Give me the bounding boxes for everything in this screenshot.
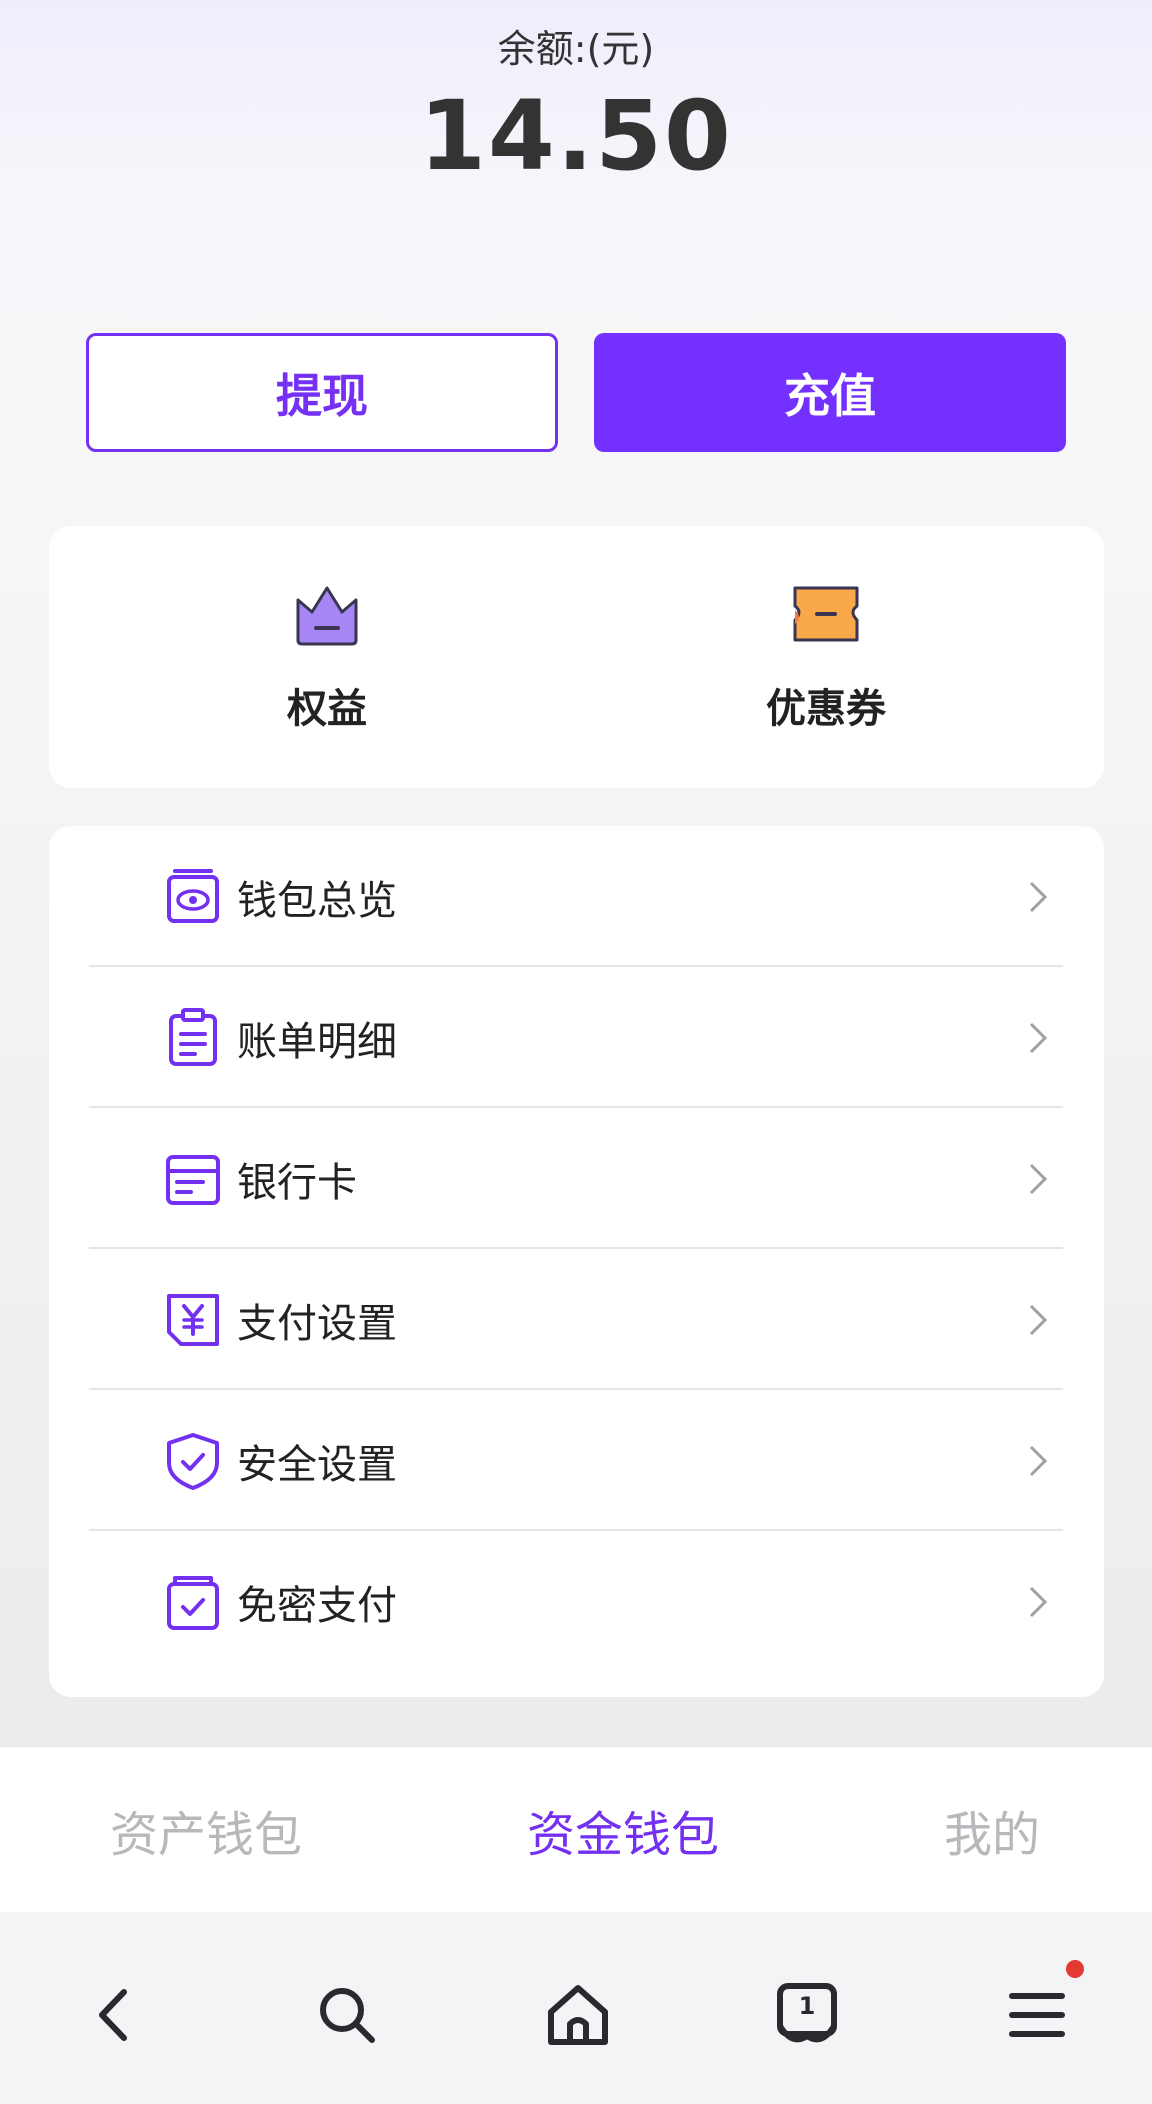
benefits-label: 权益: [287, 686, 367, 732]
chevron-right-icon: [1029, 1586, 1048, 1617]
chevron-right-icon: [1029, 1445, 1048, 1476]
withdraw-button[interactable]: 提现: [86, 333, 558, 452]
chevron-right-icon: [1029, 1304, 1048, 1335]
notification-dot: [1066, 1960, 1084, 1978]
tab-count: 1: [799, 1992, 816, 2020]
menu-item-wallet-overview[interactable]: 钱包总览: [89, 826, 1063, 967]
wallet-eye-icon: [167, 868, 219, 923]
menu-item-label: 钱包总览: [237, 877, 397, 924]
tab-mine[interactable]: 我的: [944, 1747, 1040, 1913]
quick-links-card: 权益 优惠券: [49, 526, 1104, 788]
coupons-link[interactable]: 优惠券: [726, 582, 926, 734]
menu-item-label: 支付设置: [237, 1300, 397, 1347]
crown-icon: [296, 586, 358, 646]
coupon-icon: [793, 586, 859, 642]
menu-item-payment-settings[interactable]: 支付设置: [89, 1249, 1063, 1390]
wallet-page: 余额:(元) 14.50 提现 充值 权益 优惠券 钱包总览 账单明细 银行卡 …: [0, 0, 1152, 2104]
tab-fund-wallet[interactable]: 资金钱包: [527, 1747, 719, 1913]
balance-label: 余额:(元): [497, 27, 655, 71]
wallet-check-icon: [167, 1575, 219, 1630]
balance-amount: 14.50: [419, 80, 733, 192]
chevron-right-icon: [1029, 881, 1048, 912]
menu-item-label: 账单明细: [237, 1018, 397, 1065]
menu-item-security-settings[interactable]: 安全设置: [89, 1390, 1063, 1531]
chevron-right-icon: [1029, 1163, 1048, 1194]
chevron-right-icon: [1029, 1022, 1048, 1053]
wallet-menu-card: 钱包总览 账单明细 银行卡 支付设置 安全设置 免密支付: [49, 826, 1104, 1697]
menu-item-label: 安全设置: [237, 1441, 397, 1488]
coupons-label: 优惠券: [766, 686, 886, 732]
menu-icon[interactable]: [1002, 1980, 1072, 2050]
back-icon[interactable]: [80, 1980, 150, 2050]
menu-item-password-free-payment[interactable]: 免密支付: [89, 1531, 1063, 1672]
bill-clipboard-icon: [169, 1007, 217, 1066]
browser-nav-bar: 1: [0, 1912, 1152, 2104]
search-icon[interactable]: [312, 1980, 382, 2050]
recharge-button[interactable]: 充值: [594, 333, 1066, 452]
tabs-icon[interactable]: 1: [772, 1980, 842, 2050]
yuan-payment-icon: [167, 1293, 219, 1346]
bank-card-icon: [166, 1154, 220, 1205]
tab-asset-wallet[interactable]: 资产钱包: [110, 1747, 302, 1913]
shield-check-icon: [167, 1432, 219, 1490]
menu-item-label: 免密支付: [237, 1582, 397, 1629]
bottom-tab-bar: 资产钱包 资金钱包 我的: [0, 1746, 1152, 1912]
menu-item-bank-card[interactable]: 银行卡: [89, 1108, 1063, 1249]
menu-item-label: 银行卡: [237, 1159, 357, 1206]
menu-item-bill-details[interactable]: 账单明细: [89, 967, 1063, 1108]
home-icon[interactable]: [543, 1980, 613, 2050]
benefits-link[interactable]: 权益: [227, 582, 427, 734]
